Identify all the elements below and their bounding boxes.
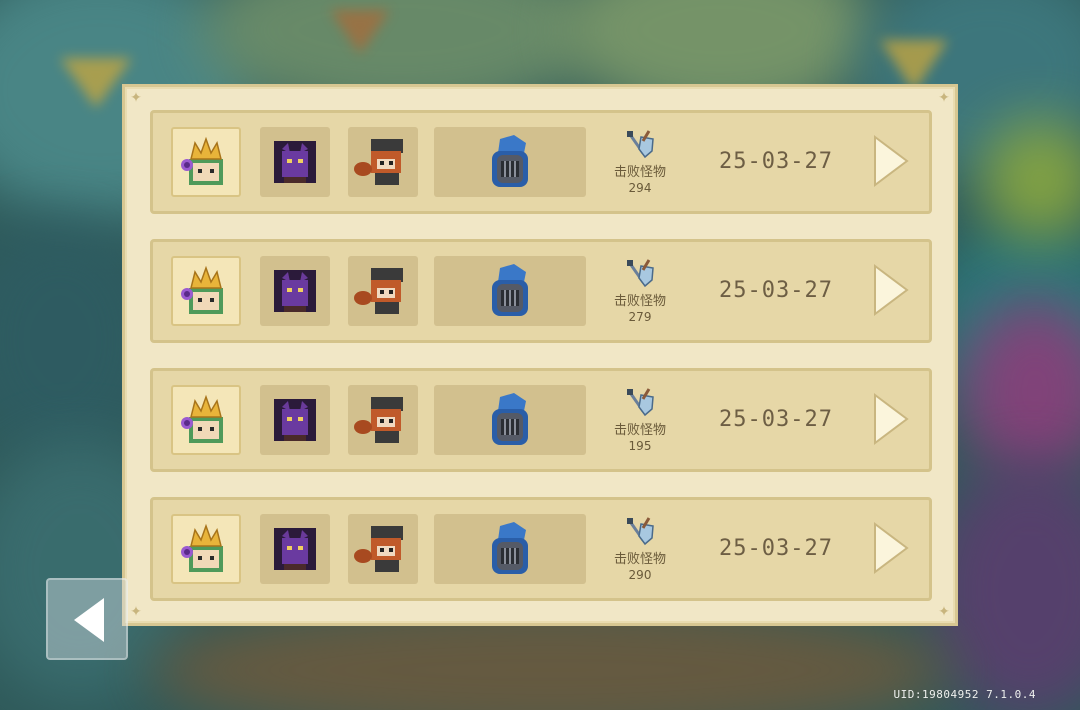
corner-ornament-icon: ✦	[938, 604, 950, 620]
hero-slot-2[interactable]	[260, 385, 330, 455]
open-record-button[interactable]	[871, 262, 911, 322]
hero-slot-3[interactable]	[348, 385, 418, 455]
arrow-left-icon	[74, 598, 104, 642]
corner-ornament-icon: ✦	[130, 90, 142, 106]
crossed-sword-shield-icon	[627, 259, 654, 288]
raccoon-hero-icon	[354, 139, 403, 185]
open-record-button[interactable]	[871, 391, 911, 451]
arrow-right-icon	[874, 135, 909, 187]
record-row[interactable]: 击败怪物 290 25-03-27	[150, 497, 932, 601]
hero-slot-2[interactable]	[260, 514, 330, 584]
pet-slot[interactable]	[434, 385, 586, 455]
kill-stat: 击败怪物 195	[605, 387, 675, 453]
purple-beast-icon	[274, 399, 316, 441]
record-row[interactable]: 击败怪物 195 25-03-27	[150, 368, 932, 472]
crowned-green-hero-icon	[181, 136, 223, 185]
hero-slot-1[interactable]	[171, 385, 241, 455]
blue-knight-helmet-icon	[492, 522, 528, 574]
blue-knight-helmet-icon	[492, 393, 528, 445]
record-date: 25-03-27	[719, 536, 833, 561]
purple-beast-icon	[274, 528, 316, 570]
record-date: 25-03-27	[719, 278, 833, 303]
pet-slot[interactable]	[434, 256, 586, 326]
kill-count: 279	[628, 310, 652, 324]
stat-label: 击败怪物	[613, 165, 666, 180]
kill-count: 195	[628, 439, 652, 453]
record-row[interactable]: 击败怪物 279 25-03-27	[150, 239, 932, 343]
raccoon-hero-icon	[354, 397, 403, 443]
crossed-sword-shield-icon	[627, 130, 654, 159]
kill-count: 294	[628, 181, 652, 195]
record-date: 25-03-27	[719, 407, 833, 432]
stat-label: 击败怪物	[613, 294, 666, 309]
crossed-sword-shield-icon	[627, 388, 654, 417]
blue-knight-helmet-icon	[492, 264, 528, 316]
arrow-right-icon	[874, 264, 909, 316]
open-record-button[interactable]	[871, 520, 911, 580]
purple-beast-icon	[274, 141, 316, 183]
raccoon-hero-icon	[354, 526, 403, 572]
hero-slot-2[interactable]	[260, 256, 330, 326]
record-row[interactable]: 击败怪物 294 25-03-27	[150, 110, 932, 214]
kill-stat: 击败怪物 279	[605, 258, 675, 324]
stat-label: 击败怪物	[613, 423, 666, 438]
hero-slot-3[interactable]	[348, 256, 418, 326]
hero-slot-2[interactable]	[260, 127, 330, 197]
pet-slot[interactable]	[434, 514, 586, 584]
open-record-button[interactable]	[871, 133, 911, 193]
stat-label: 击败怪物	[613, 552, 666, 567]
hero-slot-3[interactable]	[348, 514, 418, 584]
record-date: 25-03-27	[719, 149, 833, 174]
blue-knight-helmet-icon	[492, 135, 528, 187]
corner-ornament-icon: ✦	[938, 90, 950, 106]
arrow-right-icon	[874, 522, 909, 574]
crowned-green-hero-icon	[181, 394, 223, 443]
kill-count: 290	[628, 568, 652, 582]
hero-slot-1[interactable]	[171, 256, 241, 326]
raccoon-hero-icon	[354, 268, 403, 314]
hero-slot-3[interactable]	[348, 127, 418, 197]
crossed-sword-shield-icon	[627, 517, 654, 546]
crowned-green-hero-icon	[181, 523, 223, 572]
hero-slot-1[interactable]	[171, 127, 241, 197]
kill-stat: 击败怪物 294	[605, 129, 675, 195]
kill-stat: 击败怪物 290	[605, 516, 675, 582]
purple-beast-icon	[274, 270, 316, 312]
uid-version-label: UID:19804952 7.1.0.4	[893, 688, 1036, 701]
arrow-right-icon	[874, 393, 909, 445]
record-list-panel: ✦ ✦ ✦ ✦ 击败怪物 294 25-03-27 击败怪物 279 25-03…	[122, 84, 958, 626]
corner-ornament-icon: ✦	[130, 604, 142, 620]
back-button[interactable]	[46, 578, 128, 660]
pet-slot[interactable]	[434, 127, 586, 197]
hero-slot-1[interactable]	[171, 514, 241, 584]
crowned-green-hero-icon	[181, 265, 223, 314]
